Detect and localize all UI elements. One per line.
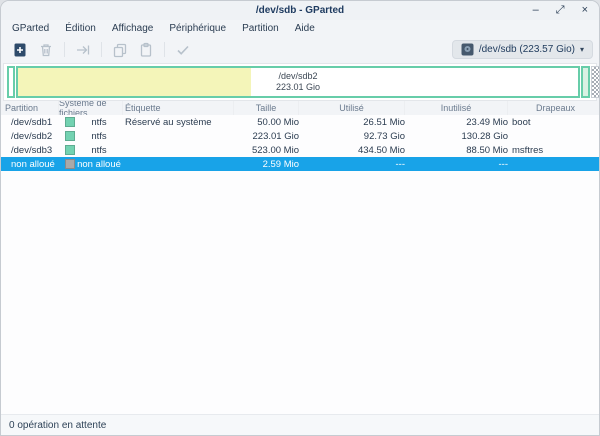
copy-icon — [112, 42, 128, 58]
hard-drive-icon — [461, 43, 474, 56]
minimize-icon[interactable]: – — [533, 5, 539, 16]
table-row[interactable]: /dev/sdb1 ntfs Réservé au système 50.00 … — [1, 115, 599, 129]
partition-unused: 88.50 Mio — [405, 145, 508, 156]
table-row-selected[interactable]: non alloué non alloué 2.59 Mio --- --- — [1, 157, 599, 171]
toolbar-separator — [164, 42, 165, 57]
partition-size: 2.59 Mio — [234, 159, 299, 170]
partition-size: 523.00 Mio — [234, 145, 299, 156]
disk-visual-bar: /dev/sdb2 223.01 Gio — [3, 63, 597, 101]
partition-name: /dev/sdb2 — [1, 131, 59, 142]
disk-segment-label: /dev/sdb2 223.01 Gio — [18, 68, 578, 96]
disk-segment-unallocated[interactable] — [591, 66, 600, 98]
filesystem-swatch — [65, 131, 75, 141]
resize-move-button[interactable] — [70, 39, 96, 60]
table-header: Partition Système de fichiers Étiquette … — [1, 101, 599, 115]
chevron-down-icon: ▾ — [580, 45, 584, 54]
status-bar: 0 opération en attente — [1, 414, 599, 435]
title-bar: /dev/sdb - GParted – ⤢ × — [1, 1, 599, 20]
menu-aide[interactable]: Aide — [287, 21, 323, 36]
new-partition-icon — [12, 42, 28, 58]
toolbar-separator — [64, 42, 65, 57]
filesystem-swatch — [65, 117, 75, 127]
partition-unused: 23.49 Mio — [405, 117, 508, 128]
pending-operations-text: 0 opération en attente — [9, 420, 106, 431]
partition-used: --- — [299, 159, 405, 170]
paste-button[interactable] — [133, 39, 159, 60]
close-icon[interactable]: × — [582, 5, 588, 16]
paste-icon — [138, 42, 154, 58]
restore-icon[interactable]: ⤢ — [556, 5, 565, 16]
filesystem-name: ntfs — [75, 131, 123, 142]
segment-size: 223.01 Gio — [276, 82, 320, 93]
header-size[interactable]: Taille — [234, 101, 299, 115]
window-controls: – ⤢ × — [533, 1, 588, 20]
header-label[interactable]: Étiquette — [123, 101, 234, 115]
filesystem-name: ntfs — [75, 117, 123, 128]
disk-segment-sdb1[interactable] — [7, 66, 15, 98]
partition-flags: boot — [508, 117, 599, 128]
gparted-window: /dev/sdb - GParted – ⤢ × GParted Édition… — [0, 0, 600, 436]
disk-segment-sdb2[interactable]: /dev/sdb2 223.01 Gio — [16, 66, 580, 98]
disk-segment-sdb3[interactable] — [581, 66, 590, 98]
menu-edition[interactable]: Édition — [57, 21, 104, 36]
filesystem-name: non alloué — [75, 159, 123, 170]
partition-used: 92.73 Gio — [299, 131, 405, 142]
menu-affichage[interactable]: Affichage — [104, 21, 162, 36]
menu-partition[interactable]: Partition — [234, 21, 287, 36]
header-unused[interactable]: Inutilisé — [405, 101, 508, 115]
new-partition-button[interactable] — [7, 39, 33, 60]
device-selector[interactable]: /dev/sdb (223.57 Gio) ▾ — [452, 40, 593, 59]
menu-bar: GParted Édition Affichage Périphérique P… — [1, 20, 599, 37]
segment-device-name: /dev/sdb2 — [278, 71, 317, 82]
partition-label: Réservé au système — [123, 117, 234, 128]
header-partition[interactable]: Partition — [1, 101, 59, 115]
partition-name: /dev/sdb1 — [1, 117, 59, 128]
filesystem-swatch — [65, 159, 75, 169]
header-filesystem[interactable]: Système de fichiers — [59, 101, 123, 115]
partition-used: 434.50 Mio — [299, 145, 405, 156]
delete-partition-button[interactable] — [33, 39, 59, 60]
menu-peripherique[interactable]: Périphérique — [161, 21, 234, 36]
device-selector-label: /dev/sdb (223.57 Gio) — [479, 44, 575, 55]
filesystem-name: ntfs — [75, 145, 123, 156]
copy-button[interactable] — [107, 39, 133, 60]
partition-unused: 130.28 Gio — [405, 131, 508, 142]
window-title: /dev/sdb - GParted — [1, 5, 599, 16]
table-row[interactable]: /dev/sdb2 ntfs 223.01 Gio 92.73 Gio 130.… — [1, 129, 599, 143]
partition-size: 50.00 Mio — [234, 117, 299, 128]
table-row[interactable]: /dev/sdb3 ntfs 523.00 Mio 434.50 Mio 88.… — [1, 143, 599, 157]
checkmark-icon — [175, 42, 191, 58]
filesystem-swatch — [65, 145, 75, 155]
header-used[interactable]: Utilisé — [299, 101, 405, 115]
resize-move-icon — [75, 42, 91, 58]
partition-name: /dev/sdb3 — [1, 145, 59, 156]
partition-name: non alloué — [1, 159, 59, 170]
trash-icon — [38, 42, 54, 58]
partition-unused: --- — [405, 159, 508, 170]
partition-used: 26.51 Mio — [299, 117, 405, 128]
toolbar: /dev/sdb (223.57 Gio) ▾ — [1, 37, 599, 62]
menu-gparted[interactable]: GParted — [4, 21, 57, 36]
partition-flags: msftres — [508, 145, 599, 156]
partition-size: 223.01 Gio — [234, 131, 299, 142]
header-flags[interactable]: Drapeaux — [508, 101, 599, 115]
toolbar-separator — [101, 42, 102, 57]
table-empty-area — [1, 171, 599, 414]
apply-button[interactable] — [170, 39, 196, 60]
